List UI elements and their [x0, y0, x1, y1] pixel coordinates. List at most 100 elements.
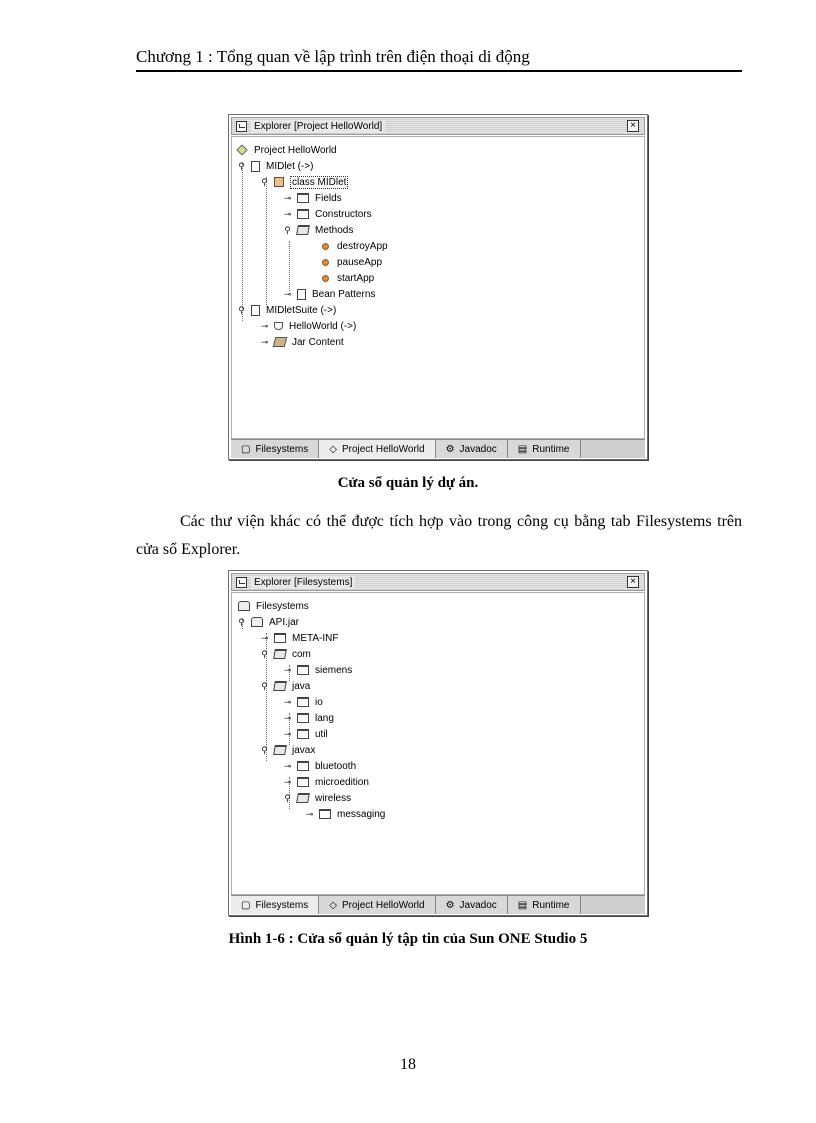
- window-titlebar[interactable]: Explorer [Project HelloWorld] ×: [231, 117, 645, 135]
- tree-item-label: Constructors: [315, 208, 372, 220]
- expand-handle-icon[interactable]: ⚲: [282, 793, 293, 803]
- collapse-handle-icon[interactable]: ⊸: [282, 289, 293, 299]
- midlet-icon: [251, 160, 260, 172]
- tree-item-label: Fields: [315, 192, 342, 204]
- folder-open-icon: [296, 793, 310, 803]
- tree-item-label: API.jar: [269, 616, 300, 628]
- tree-item-util[interactable]: ⊸ util: [282, 727, 328, 741]
- expand-handle-icon[interactable]: ⚲: [236, 161, 247, 171]
- tree-item-com[interactable]: ⚲ com: [259, 647, 311, 661]
- javadoc-icon: ⚙: [445, 443, 455, 455]
- folder-icon: [297, 713, 309, 723]
- tree-item-jar-content[interactable]: ⊸ Jar Content: [259, 335, 344, 349]
- collapse-handle-icon[interactable]: ⊸: [259, 337, 270, 347]
- tree-item-startapp[interactable]: startApp: [322, 271, 374, 285]
- tree-item-label: Project HelloWorld: [254, 144, 337, 156]
- expand-handle-icon[interactable]: ⚲: [259, 649, 270, 659]
- tree-item-fields[interactable]: ⊸ Fields: [282, 191, 342, 205]
- tree-item-methods[interactable]: ⚲ Methods: [282, 223, 353, 237]
- tree-item-label: microedition: [315, 776, 369, 788]
- class-icon: [274, 177, 284, 187]
- close-icon[interactable]: ×: [627, 576, 639, 588]
- tree-item-project[interactable]: Project HelloWorld: [236, 143, 337, 157]
- bean-icon: [297, 288, 306, 300]
- tree-item-label: com: [292, 648, 311, 660]
- tree-item-class-midlet[interactable]: ⚲ class MIDlet: [259, 175, 349, 189]
- collapse-handle-icon[interactable]: ⊸: [259, 633, 270, 643]
- disk-icon: [251, 617, 263, 627]
- tree-item-api-jar[interactable]: ⚲ API.jar: [236, 615, 299, 629]
- tree-item-destroyapp[interactable]: destroyApp: [322, 239, 388, 253]
- tree-item-midlet[interactable]: ⚲ MIDlet (->): [236, 159, 314, 173]
- filesystems-root-icon: [238, 601, 250, 611]
- tab-filesystems[interactable]: ▢ Filesystems: [231, 896, 320, 914]
- runtime-icon: ▤: [517, 899, 528, 911]
- window-titlebar[interactable]: Explorer [Filesystems] ×: [231, 573, 645, 591]
- tab-javadoc[interactable]: ⚙ Javadoc: [435, 440, 508, 458]
- tree-item-label: wireless: [315, 792, 352, 804]
- javadoc-icon: ⚙: [445, 899, 455, 911]
- tree-item-wireless[interactable]: ⚲ wireless: [282, 791, 351, 805]
- folder-icon: [274, 633, 286, 643]
- explorer-window-project: Explorer [Project HelloWorld] × Project …: [228, 114, 648, 460]
- tree-item-bluetooth[interactable]: ⊸ bluetooth: [282, 759, 356, 773]
- tab-javadoc[interactable]: ⚙ Javadoc: [435, 896, 508, 914]
- tab-runtime[interactable]: ▤ Runtime: [507, 440, 581, 458]
- filesystems-icon: ▢: [241, 899, 251, 911]
- folder-icon: [297, 665, 309, 675]
- tree-item-midletsuite[interactable]: ⚲ MIDletSuite (->): [236, 303, 336, 317]
- expand-handle-icon[interactable]: ⚲: [259, 681, 270, 691]
- fields-icon: [297, 193, 309, 203]
- tree-item-pauseapp[interactable]: pauseApp: [322, 255, 382, 269]
- tree-item-javax[interactable]: ⚲ javax: [259, 743, 315, 757]
- tree-item-siemens[interactable]: ⊸ siemens: [282, 663, 353, 677]
- tree-item-label: messaging: [337, 808, 386, 820]
- collapse-handle-icon[interactable]: ⊸: [304, 809, 315, 819]
- expand-handle-icon[interactable]: ⚲: [259, 745, 270, 755]
- tree-item-microedition[interactable]: ⊸ microedition: [282, 775, 369, 789]
- body-paragraph: Các thư viện khác có thể được tích hợp v…: [136, 513, 742, 558]
- tree-item-bean-patterns[interactable]: ⊸ Bean Patterns: [282, 287, 375, 301]
- collapse-handle-icon[interactable]: ⊸: [282, 697, 293, 707]
- tree-item-lang[interactable]: ⊸ lang: [282, 711, 334, 725]
- explorer-icon: [236, 120, 247, 132]
- tab-runtime[interactable]: ▤ Runtime: [507, 896, 581, 914]
- project-icon: ◇: [329, 443, 337, 455]
- tree-item-label: Jar Content: [292, 336, 344, 348]
- folder-open-icon: [273, 681, 287, 691]
- diamond-icon: [236, 144, 248, 156]
- constructors-icon: [297, 209, 309, 219]
- tab-project-helloworld[interactable]: ◇ Project HelloWorld: [319, 896, 436, 914]
- expand-handle-icon[interactable]: ⚲: [259, 177, 270, 187]
- tree-item-messaging[interactable]: ⊸ messaging: [304, 807, 386, 821]
- expand-handle-icon[interactable]: ⚲: [236, 305, 247, 315]
- cup-icon: [274, 322, 283, 330]
- collapse-handle-icon[interactable]: ⊸: [282, 209, 293, 219]
- collapse-handle-icon[interactable]: ⊸: [282, 665, 293, 675]
- collapse-handle-icon[interactable]: ⊸: [282, 777, 293, 787]
- close-icon[interactable]: ×: [627, 120, 639, 132]
- collapse-handle-icon[interactable]: ⊸: [282, 761, 293, 771]
- tab-filesystems[interactable]: ▢ Filesystems: [231, 440, 320, 458]
- tree-item-helloworld[interactable]: ⊸ HelloWorld (->): [259, 319, 357, 333]
- tree-item-label: META-INF: [292, 632, 339, 644]
- tree-item-label: util: [315, 728, 328, 740]
- tree-item-java[interactable]: ⚲ java: [259, 679, 310, 693]
- collapse-handle-icon[interactable]: ⊸: [282, 729, 293, 739]
- tree-item-constructors[interactable]: ⊸ Constructors: [282, 207, 372, 221]
- header-rule: [136, 70, 742, 72]
- expand-handle-icon[interactable]: ⚲: [282, 225, 293, 235]
- tab-project-helloworld[interactable]: ◇ Project HelloWorld: [319, 440, 436, 458]
- folder-open-icon: [273, 745, 287, 755]
- page-number: 18: [400, 1056, 416, 1073]
- tree-item-label: siemens: [315, 664, 353, 676]
- collapse-handle-icon[interactable]: ⊸: [282, 193, 293, 203]
- collapse-handle-icon[interactable]: ⊸: [282, 713, 293, 723]
- tree-item-filesystems[interactable]: Filesystems: [238, 599, 309, 613]
- explorer-tabs: ▢ Filesystems ◇ Project HelloWorld ⚙ Javado…: [231, 895, 645, 914]
- figure-caption-filesystems: Hình 1-6 : Cửa sổ quản lý tập tin của Su…: [228, 931, 588, 947]
- tree-item-io[interactable]: ⊸ io: [282, 695, 323, 709]
- tree-item-meta-inf[interactable]: ⊸ META-INF: [259, 631, 339, 645]
- collapse-handle-icon[interactable]: ⊸: [259, 321, 270, 331]
- expand-handle-icon[interactable]: ⚲: [236, 617, 247, 627]
